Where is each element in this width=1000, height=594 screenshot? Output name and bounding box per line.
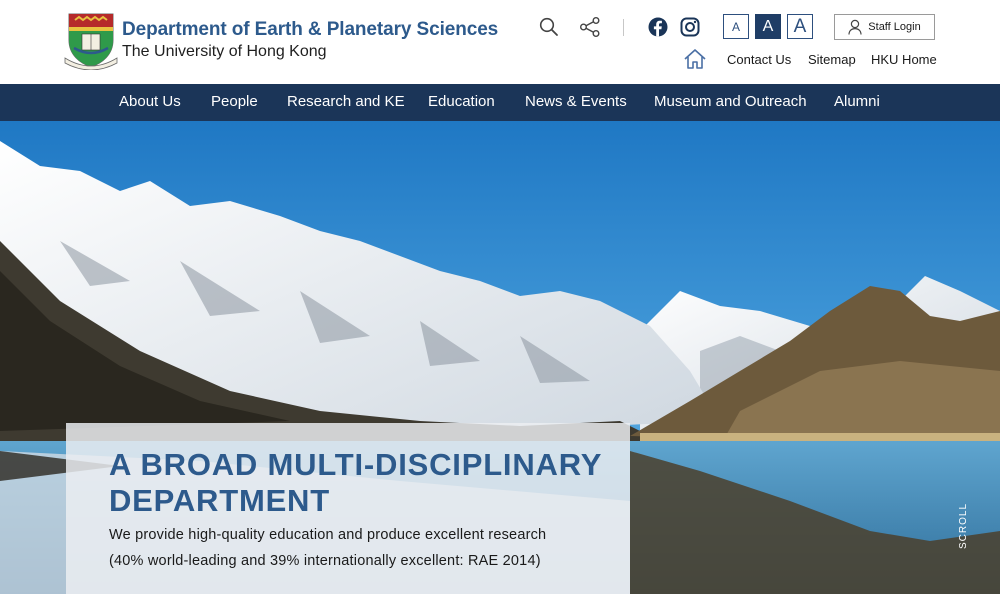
- search-icon[interactable]: [538, 16, 560, 38]
- nav-item-news-events[interactable]: News & Events: [525, 93, 627, 110]
- hero-description-line-2: (40% world-leading and 39% international…: [109, 553, 541, 569]
- home-icon[interactable]: [682, 47, 708, 71]
- main-navigation: About Us People Research and KE Educatio…: [0, 84, 1000, 121]
- university-name[interactable]: The University of Hong Kong: [122, 43, 327, 61]
- hero-title: A BROAD MULTI-DISCIPLINARY DEPARTMENT: [109, 447, 602, 518]
- nav-item-research-and-ke[interactable]: Research and KE: [287, 93, 405, 110]
- nav-item-alumni[interactable]: Alumni: [834, 93, 880, 110]
- instagram-icon[interactable]: [679, 16, 701, 38]
- hku-crest-icon[interactable]: [64, 10, 118, 70]
- nav-item-museum-outreach[interactable]: Museum and Outreach: [654, 93, 807, 110]
- font-size-small-button[interactable]: A: [723, 14, 749, 39]
- scroll-indicator[interactable]: SCROLL: [958, 503, 969, 549]
- nav-item-about-us[interactable]: About Us: [119, 93, 181, 110]
- share-icon[interactable]: [578, 15, 602, 39]
- nav-item-education[interactable]: Education: [428, 93, 495, 110]
- sitemap-link[interactable]: Sitemap: [808, 52, 856, 67]
- contact-us-link[interactable]: Contact Us: [727, 52, 791, 67]
- hero-description-line-1: We provide high-quality education and pr…: [109, 527, 547, 543]
- department-name[interactable]: Department of Earth & Planetary Sciences: [122, 19, 498, 41]
- header-divider: [623, 19, 624, 36]
- font-size-medium-button[interactable]: A: [755, 14, 781, 39]
- font-size-large-button[interactable]: A: [787, 14, 813, 39]
- staff-login-button[interactable]: Staff Login: [834, 14, 935, 40]
- staff-login-label: Staff Login: [868, 21, 921, 33]
- facebook-icon[interactable]: [647, 16, 669, 38]
- hero-banner: A BROAD MULTI-DISCIPLINARY DEPARTMENT We…: [0, 121, 1000, 594]
- hero-text-panel: A BROAD MULTI-DISCIPLINARY DEPARTMENT We…: [66, 423, 630, 594]
- user-icon: [848, 19, 862, 35]
- site-header: Department of Earth & Planetary Sciences…: [0, 0, 1000, 84]
- nav-item-people[interactable]: People: [211, 93, 258, 110]
- hku-home-link[interactable]: HKU Home: [871, 52, 937, 67]
- font-size-selector: A A A: [723, 14, 813, 39]
